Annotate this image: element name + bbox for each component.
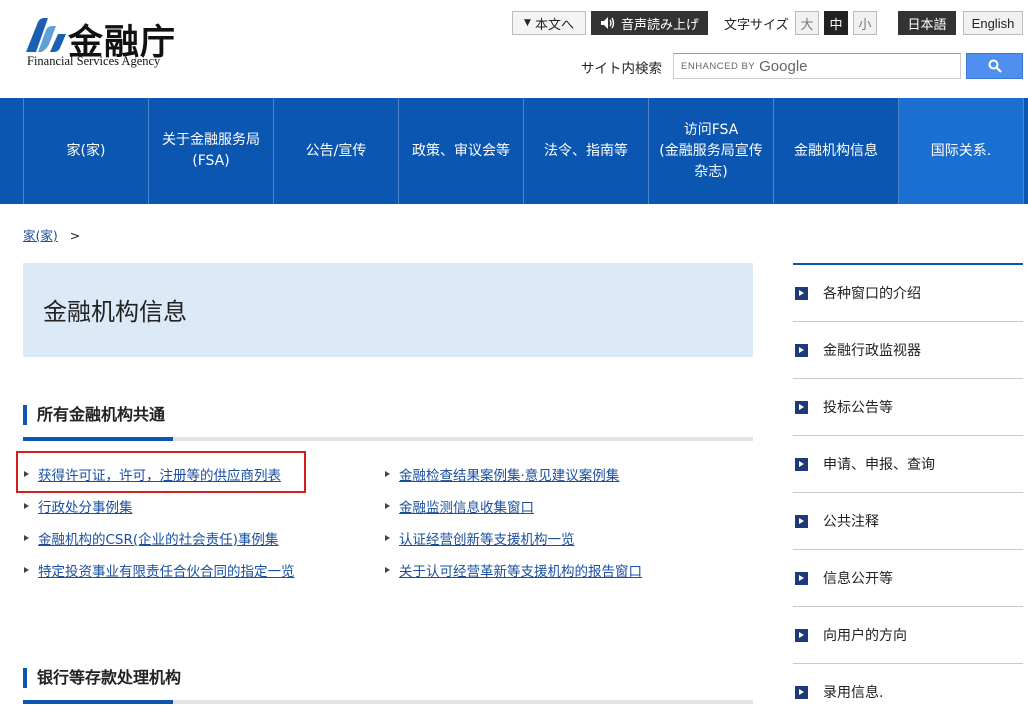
arrow-right-icon <box>795 514 808 528</box>
sidebar-item-label: 信息公开等 <box>823 571 893 587</box>
font-size-large-button[interactable]: 大 <box>795 11 819 35</box>
section-underline <box>23 437 753 441</box>
link-support-report-window[interactable]: 关于认可经营革新等支援机构的报告窗口 <box>384 560 642 580</box>
lang-japanese-button[interactable]: 日本語 <box>898 11 956 35</box>
nav-item-home[interactable]: 家(家) <box>24 98 149 204</box>
link-monitoring-window[interactable]: 金融监测信息收集窗口 <box>384 496 534 516</box>
skip-to-content-button[interactable]: ▼ 本文へ <box>512 11 586 35</box>
arrow-right-icon <box>795 685 808 699</box>
link-support-institutions[interactable]: 认证经营创新等支援机构一览 <box>384 528 575 548</box>
highlight-box <box>16 451 306 493</box>
sidebar-item-tenders[interactable]: 投标公告等 <box>793 379 1023 436</box>
font-size-label: 文字サイズ <box>724 18 789 33</box>
skip-label: 本文へ <box>534 17 574 33</box>
arrow-right-icon <box>795 628 808 642</box>
sidebar-item-label: 各种窗口的介绍 <box>823 286 921 302</box>
section-heading: 所有金融机构共通 <box>23 405 753 425</box>
nav-item-policy[interactable]: 政策、审议会等 <box>399 98 524 204</box>
breadcrumb: 家(家) > <box>23 225 80 244</box>
fsa-logo[interactable]: 金融庁 Financial Services Agency <box>24 14 194 74</box>
search-icon <box>988 59 1002 73</box>
arrow-right-icon <box>795 457 808 471</box>
lang-english-button[interactable]: English <box>963 11 1023 35</box>
search-button[interactable] <box>966 53 1023 79</box>
sidebar: 各种窗口的介绍 金融行政监视器 投标公告等 申请、申报、查询 公共注释 信息公开… <box>793 263 1023 706</box>
fsa-logo-mark-icon <box>26 18 66 52</box>
nav-item-about[interactable]: 关于金融服务局 (FSA) <box>149 98 274 204</box>
section-all-institutions: 所有金融机构共通 <box>23 405 753 441</box>
link-administrative-actions[interactable]: 行政处分事例集 <box>23 496 133 516</box>
link-inspection-cases[interactable]: 金融检查结果案例集·意见建议案例集 <box>384 464 619 484</box>
link-csr-cases[interactable]: 金融机构的CSR(企业的社会责任)事例集 <box>23 528 278 548</box>
voice-label: 音声読み上げ <box>620 17 699 33</box>
caret-down-icon: ▼ <box>524 18 531 28</box>
nav-item-news[interactable]: 公告/宣传 <box>274 98 399 204</box>
section-banks: 银行等存款处理机构 <box>23 668 753 704</box>
nav-rest <box>1024 98 1028 204</box>
sidebar-item-monitor[interactable]: 金融行政监视器 <box>793 322 1023 379</box>
sidebar-item-public-comment[interactable]: 公共注释 <box>793 493 1023 550</box>
sidebar-item-label: 金融行政监视器 <box>823 343 921 359</box>
section-underline <box>23 700 753 704</box>
arrow-right-icon <box>795 286 808 300</box>
font-size-medium-button[interactable]: 中 <box>824 11 848 35</box>
section-heading: 银行等存款处理机构 <box>23 668 753 688</box>
sidebar-item-label: 录用信息. <box>823 685 884 701</box>
sidebar-item-label: 申请、申报、查询 <box>823 457 935 473</box>
sidebar-item-windows[interactable]: 各种窗口的介绍 <box>793 265 1023 322</box>
sidebar-item-disclosure[interactable]: 信息公开等 <box>793 550 1023 607</box>
sidebar-item-label: 向用户的方向 <box>823 628 907 644</box>
search-enhanced-by: ENHANCED BY <box>681 60 756 72</box>
page-title-box: 金融机构信息 <box>23 263 753 357</box>
link-investment-partnership[interactable]: 特定投资事业有限责任合伙合同的指定一览 <box>23 560 295 580</box>
breadcrumb-home-link[interactable]: 家(家) <box>23 228 58 243</box>
arrow-right-icon <box>795 343 808 357</box>
nav-item-international[interactable]: 国际关系. <box>899 98 1024 204</box>
page-title: 金融机构信息 <box>43 298 187 326</box>
arrow-right-icon <box>795 571 808 585</box>
search-input[interactable]: ENHANCED BY Google <box>673 53 961 79</box>
breadcrumb-separator: > <box>69 228 81 243</box>
arrow-right-icon <box>795 400 808 414</box>
sidebar-item-users[interactable]: 向用户的方向 <box>793 607 1023 664</box>
logo-english: Financial Services Agency <box>27 54 161 68</box>
sidebar-item-label: 公共注释 <box>823 514 879 530</box>
font-size-small-button[interactable]: 小 <box>853 11 877 35</box>
sidebar-item-label: 投标公告等 <box>823 400 893 416</box>
voice-readout-button[interactable]: 音声読み上げ <box>591 11 708 35</box>
nav-item-laws[interactable]: 法令、指南等 <box>524 98 649 204</box>
nav-item-access-fsa[interactable]: 访问FSA (金融服务局宣传 杂志) <box>649 98 774 204</box>
nav-item-financial-institutions[interactable]: 金融机构信息 <box>774 98 899 204</box>
sidebar-item-applications[interactable]: 申请、申报、查询 <box>793 436 1023 493</box>
search-label: サイト内検索 <box>581 61 662 77</box>
nav-spacer <box>0 98 24 204</box>
speaker-icon <box>600 17 615 29</box>
sidebar-item-recruitment[interactable]: 录用信息. <box>793 664 1023 706</box>
search-google-text: Google <box>759 57 808 75</box>
main-nav: 家(家) 关于金融服务局 (FSA) 公告/宣传 政策、审议会等 法令、指南等 … <box>0 98 1028 204</box>
